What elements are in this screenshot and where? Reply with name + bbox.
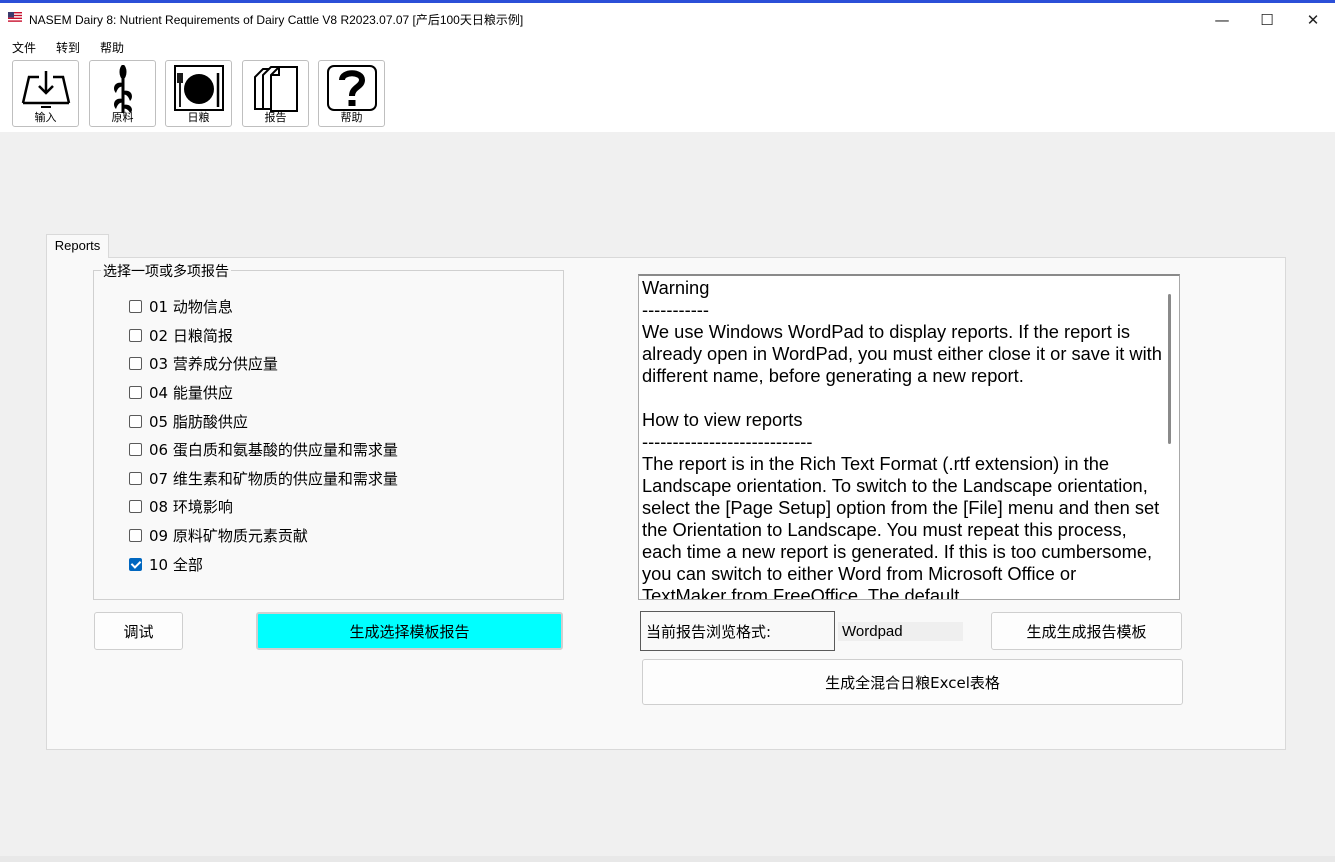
checkbox[interactable] — [129, 385, 142, 399]
toolbar-help-button[interactable]: 帮助 — [318, 60, 385, 127]
corn-feed-icon — [114, 65, 132, 113]
checkbox-label: 07 维生素和矿物质的供应量和需求量 — [149, 469, 398, 488]
info-line — [642, 387, 1162, 409]
toolbar-label: 报告 — [264, 111, 287, 124]
report-selection-group — [93, 270, 564, 600]
toolbar-ration-button[interactable]: 日粮 — [165, 60, 232, 127]
window-title: NASEM Dairy 8: Nutrient Requirements of … — [29, 13, 524, 27]
info-line: The report is in the Rich Text Format (.… — [642, 453, 1165, 600]
close-button[interactable]: ✕ — [1290, 7, 1335, 33]
viewer-format-value: Wordpad — [838, 622, 963, 641]
checkbox[interactable] — [129, 414, 142, 428]
tab-reports[interactable]: Reports — [46, 234, 109, 258]
checkbox-checked[interactable] — [129, 557, 142, 571]
report-checkbox-03[interactable]: 03 营养成分供应量 — [129, 353, 278, 373]
checkbox-label: 10 全部 — [149, 555, 203, 574]
info-textbox[interactable]: Warning ----------- We use Windows WordP… — [638, 274, 1180, 600]
app-flag-icon — [8, 12, 22, 22]
checkbox-label: 03 营养成分供应量 — [149, 354, 278, 373]
report-checkbox-04[interactable]: 04 能量供应 — [129, 382, 233, 402]
checkbox[interactable] — [129, 299, 142, 313]
minimize-icon: — — [1214, 11, 1230, 29]
checkbox[interactable] — [129, 528, 142, 542]
toolbar-feeds-button[interactable]: 原料 — [89, 60, 156, 127]
report-checkbox-09[interactable]: 09 原料矿物质元素贡献 — [129, 525, 308, 545]
report-checkbox-05[interactable]: 05 脂肪酸供应 — [129, 411, 248, 431]
info-text: Warning ----------- We use Windows WordP… — [642, 277, 1168, 600]
checkbox[interactable] — [129, 471, 142, 485]
reports-icon — [254, 66, 298, 112]
toolbar-reports-button[interactable]: 报告 — [242, 60, 309, 127]
checkbox[interactable] — [129, 328, 142, 342]
minimize-button[interactable]: — — [1199, 7, 1245, 33]
checkbox[interactable] — [129, 499, 142, 513]
maximize-button[interactable]: ☐ — [1244, 7, 1290, 33]
checkbox-label: 08 环境影响 — [149, 497, 233, 516]
report-checkbox-10[interactable]: 10 全部 — [129, 554, 203, 574]
maximize-icon: ☐ — [1260, 11, 1274, 29]
info-line: How to view reports — [642, 409, 803, 430]
debug-button[interactable]: 调试 — [94, 612, 183, 650]
group-title: 选择一项或多项报告 — [101, 261, 231, 281]
report-checkbox-01[interactable]: 01 动物信息 — [129, 296, 233, 316]
checkbox-label: 04 能量供应 — [149, 383, 233, 402]
menu-bar: 文件 转到 帮助 — [0, 34, 1335, 58]
info-line: Warning — [642, 277, 710, 298]
report-checkbox-02[interactable]: 02 日粮简报 — [129, 325, 233, 345]
generate-selected-report-button[interactable]: 生成选择模板报告 — [256, 612, 563, 650]
taskbar-edge — [0, 856, 1335, 862]
info-line: ----------- — [642, 299, 709, 320]
checkbox-label: 09 原料矿物质元素贡献 — [149, 526, 308, 545]
toolbar-label: 原料 — [111, 111, 134, 124]
menu-file[interactable]: 文件 — [12, 39, 36, 56]
report-checkbox-06[interactable]: 06 蛋白质和氨基酸的供应量和需求量 — [129, 439, 398, 459]
menu-help[interactable]: 帮助 — [100, 39, 124, 56]
checkbox-label: 05 脂肪酸供应 — [149, 412, 248, 431]
scrollbar-thumb[interactable] — [1168, 294, 1171, 444]
help-question-icon — [327, 65, 377, 111]
toolbar-input-button[interactable]: 输入 — [12, 60, 79, 127]
generate-excel-button[interactable]: 生成全混合日粮Excel表格 — [642, 659, 1183, 705]
toolbar-label: 帮助 — [340, 111, 363, 124]
checkbox[interactable] — [129, 356, 142, 370]
toolbar-label: 输入 — [34, 111, 57, 124]
checkbox[interactable] — [129, 442, 142, 456]
generate-report-template-button[interactable]: 生成生成报告模板 — [991, 612, 1182, 650]
info-line: We use Windows WordPad to display report… — [642, 321, 1168, 386]
title-bar: NASEM Dairy 8: Nutrient Requirements of … — [0, 0, 1335, 34]
info-line: ---------------------------- — [642, 431, 813, 452]
toolbar: 输入 原料 日粮 报告 帮助 — [0, 58, 1335, 132]
plate-utensils-icon — [174, 65, 224, 111]
viewer-format-label: 当前报告浏览格式: — [640, 611, 835, 651]
close-icon: ✕ — [1306, 11, 1320, 29]
checkbox-label: 01 动物信息 — [149, 297, 233, 316]
toolbar-label: 日粮 — [187, 111, 210, 124]
checkbox-label: 06 蛋白质和氨基酸的供应量和需求量 — [149, 440, 398, 459]
report-checkbox-07[interactable]: 07 维生素和矿物质的供应量和需求量 — [129, 468, 398, 488]
checkbox-label: 02 日粮简报 — [149, 326, 233, 345]
input-icon — [21, 71, 71, 108]
report-checkbox-08[interactable]: 08 环境影响 — [129, 496, 233, 516]
menu-goto[interactable]: 转到 — [56, 39, 80, 56]
